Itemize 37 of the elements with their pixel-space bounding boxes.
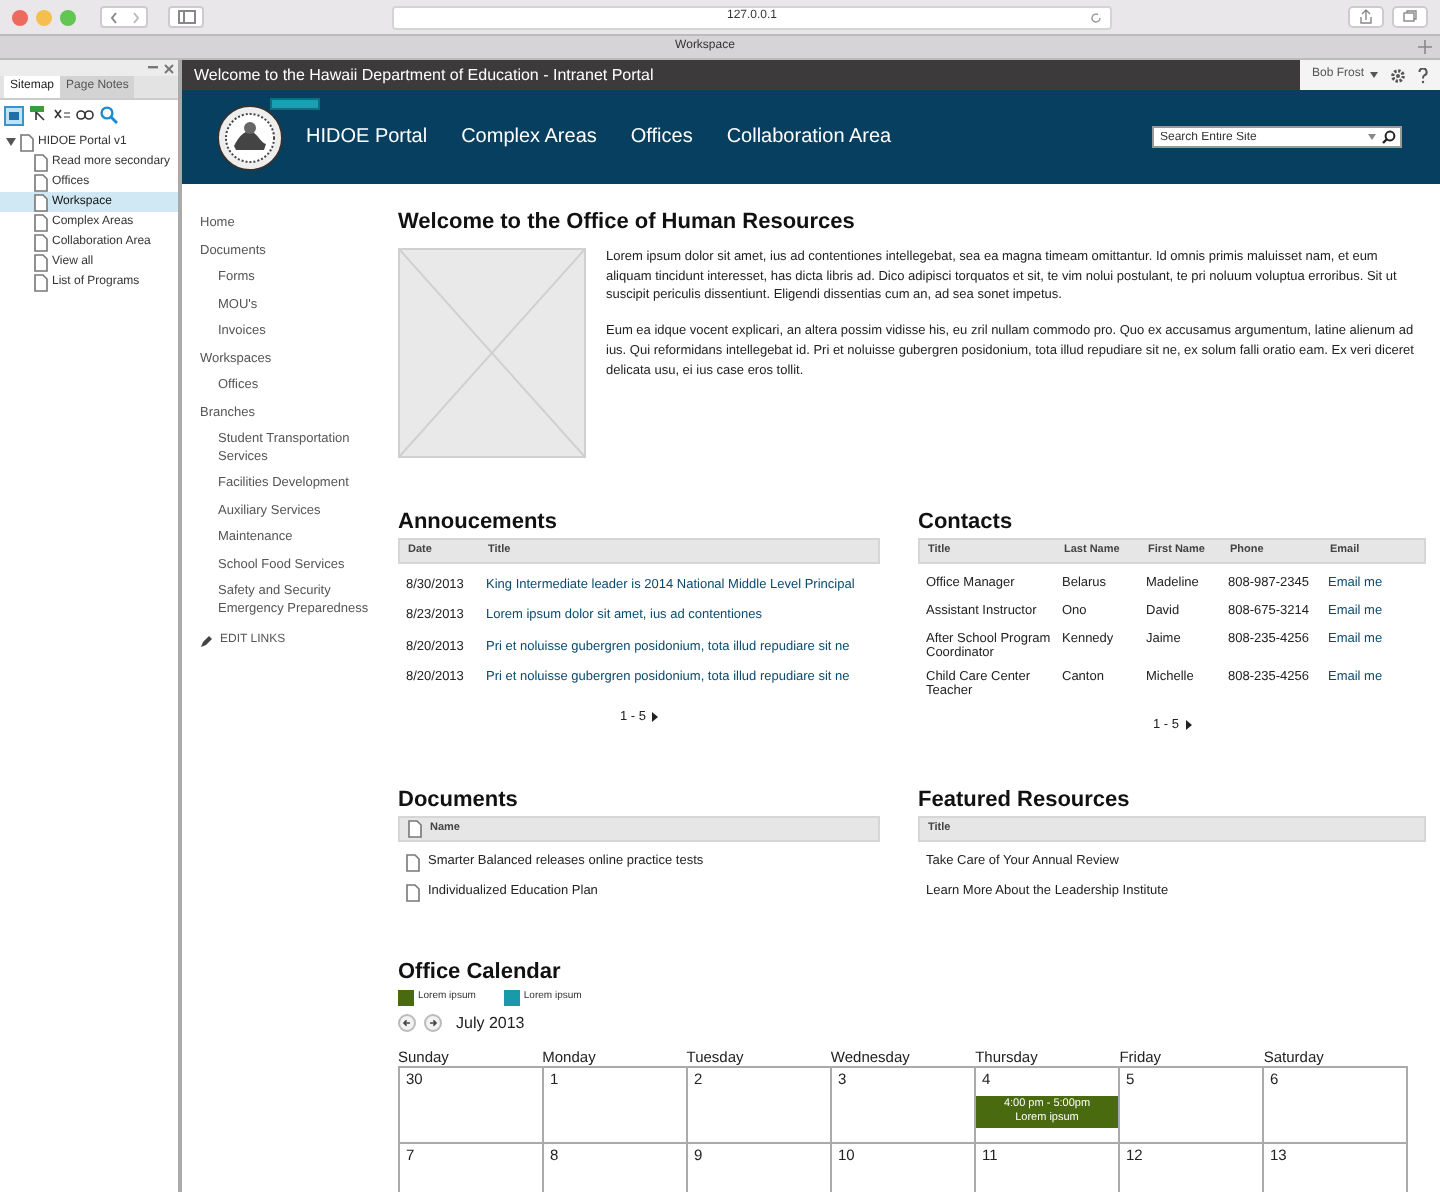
help-icon[interactable] xyxy=(1418,67,1428,83)
previous-month-icon[interactable] xyxy=(398,1014,416,1033)
nav-link[interactable]: Offices xyxy=(630,122,693,152)
settings-icon[interactable] xyxy=(1390,67,1406,83)
section-heading: Annoucements xyxy=(398,510,559,536)
seal-logo-icon xyxy=(216,103,284,171)
caret-icon[interactable] xyxy=(1368,134,1376,140)
section-heading: Contacts xyxy=(918,510,1015,536)
nav-link[interactable]: Collaboration Area xyxy=(726,122,892,152)
section-heading: Featured Resources xyxy=(918,787,1132,814)
tabs-icon[interactable] xyxy=(1392,6,1428,28)
workspace-tag xyxy=(270,98,320,110)
portal-title: Welcome to the Hawaii Department of Education - Intranet Portal xyxy=(192,63,654,87)
next-page-icon[interactable] xyxy=(1185,720,1191,731)
nav-link[interactable]: Complex Areas xyxy=(461,122,597,152)
section-heading: Welcome to the Office of Human Resources xyxy=(398,210,857,236)
sidebar-icon xyxy=(177,10,195,24)
search-icon[interactable] xyxy=(1382,130,1396,144)
section-heading: Office Calendar xyxy=(398,959,563,986)
nav-link[interactable]: HIDOE Portal xyxy=(306,122,428,152)
reload-icon[interactable] xyxy=(1090,11,1102,23)
share-icon[interactable] xyxy=(1348,6,1384,28)
pencil-icon xyxy=(200,635,212,647)
new-tab-icon[interactable] xyxy=(1418,40,1432,54)
close-icon[interactable] xyxy=(164,63,174,73)
forward-icon[interactable] xyxy=(131,11,139,23)
section-heading: Documents xyxy=(398,787,520,814)
back-icon[interactable] xyxy=(109,11,117,23)
month-label: July 2013 xyxy=(456,1011,525,1036)
minimize-icon[interactable] xyxy=(148,66,158,70)
caret-icon xyxy=(1370,72,1378,78)
next-month-icon[interactable] xyxy=(424,1014,442,1033)
back-forward-button[interactable] xyxy=(100,6,148,28)
sidebar-button[interactable] xyxy=(168,6,204,28)
next-page-icon[interactable] xyxy=(652,712,658,723)
expanded-icon[interactable] xyxy=(6,138,16,146)
link-icon[interactable] xyxy=(76,110,94,120)
